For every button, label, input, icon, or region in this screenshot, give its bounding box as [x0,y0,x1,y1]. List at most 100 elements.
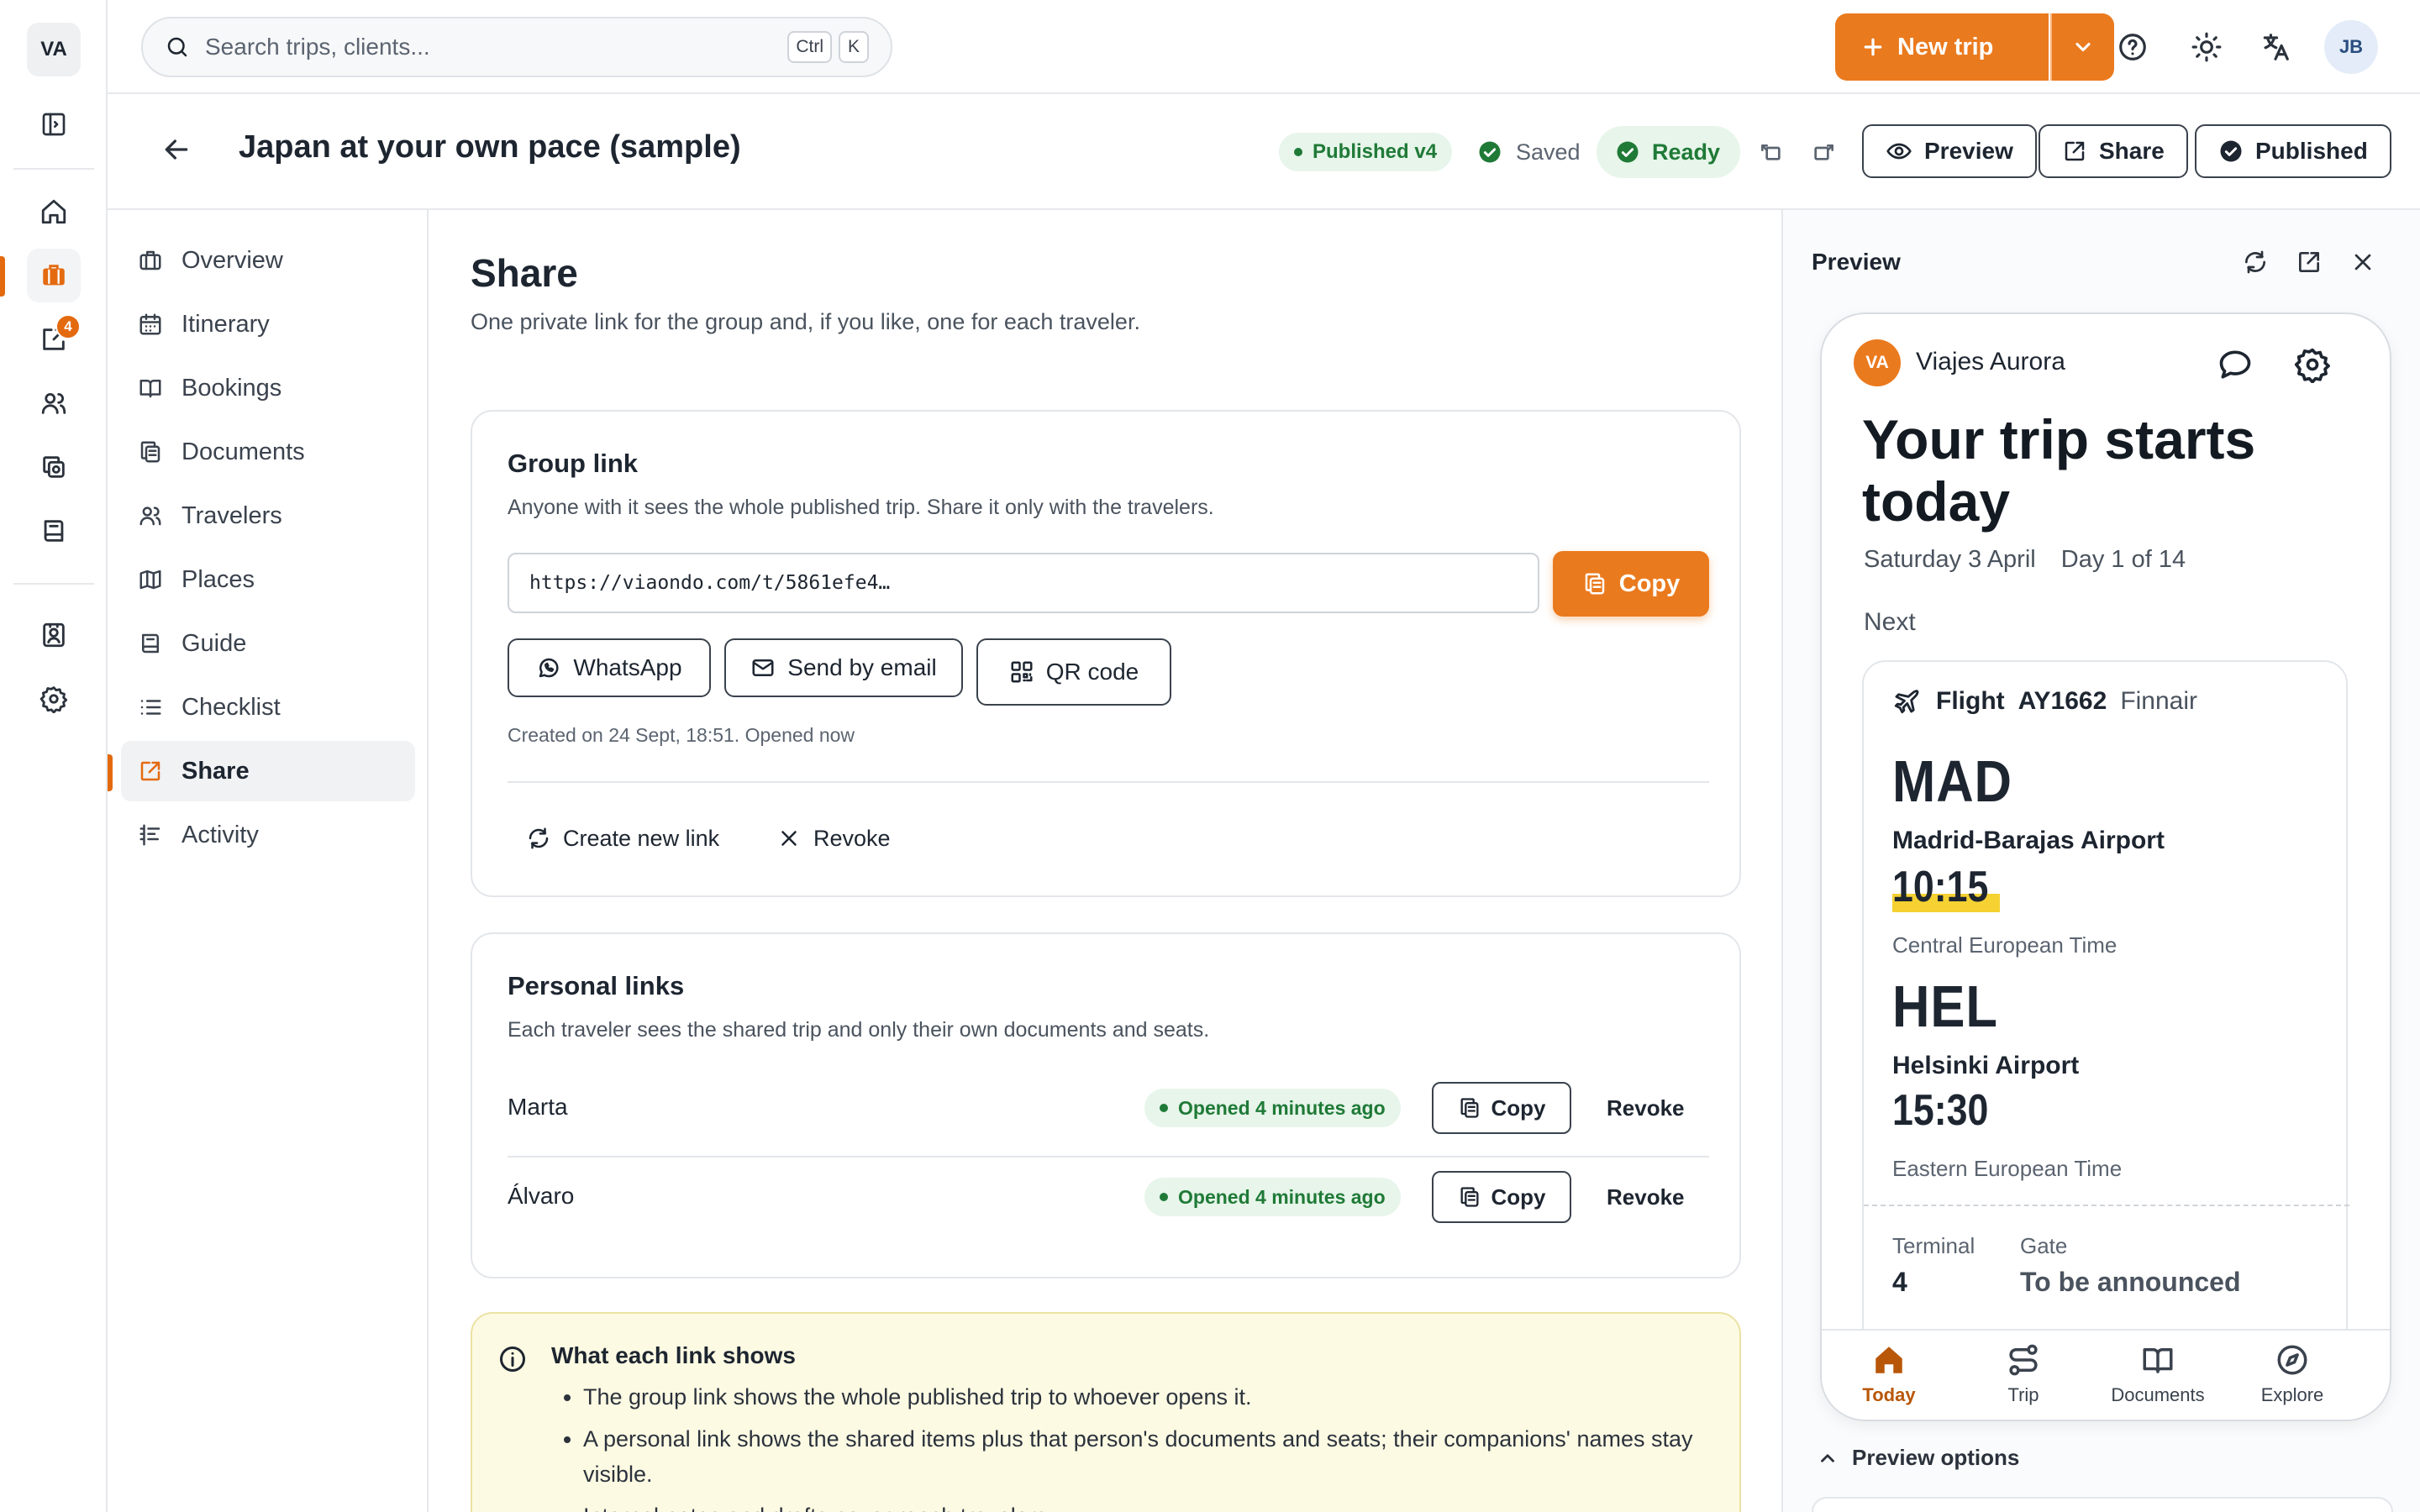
refresh-preview-button[interactable] [2242,249,2269,276]
preview-button[interactable]: Preview [1862,124,2037,178]
help-button[interactable] [2112,27,2153,67]
preview-options-label: Preview options [1852,1445,2020,1470]
published-label: Published [2255,138,2368,164]
contact-card-icon [43,622,65,648]
rail-divider [13,168,94,170]
new-trip-button[interactable]: New trip [1835,13,2049,81]
agency-avatar: VA [1854,339,1901,386]
undo-button[interactable] [1758,138,1785,165]
home-icon [41,199,66,224]
eye-icon [1886,143,1912,160]
new-trip-dropdown-button[interactable] [2050,13,2114,81]
personal-links-description: Each traveler sees the shared trip and o… [508,1018,1210,1042]
route-icon [2009,1344,2038,1376]
rail-home-button[interactable] [27,185,81,239]
rail-contacts-button[interactable] [27,608,81,662]
tab-documents[interactable]: Documents [2091,1342,2225,1406]
published-version-badge: Published v4 [1279,133,1453,171]
airline-name: Finnair [2120,687,2198,715]
note-list: The group link shows the whole published… [583,1379,1709,1512]
chat-bubble-icon [2219,350,2251,379]
search-input[interactable]: Search trips, clients... [205,34,781,60]
nav-item-documents[interactable]: Documents [121,422,415,482]
share-icon [2065,141,2085,161]
close-preview-button[interactable] [2349,249,2376,276]
phone-settings-button[interactable] [2294,346,2331,383]
tab-explore[interactable]: Explore [2225,1342,2360,1406]
create-new-link-button[interactable]: Create new link [526,813,719,864]
list-item: The group link shows the whole published… [583,1379,1709,1415]
copy-personal-link-button[interactable]: Copy [1432,1082,1571,1134]
rail-divider [13,583,94,585]
copy-icon [1585,573,1604,595]
note-title: What each link shows [551,1342,796,1368]
workspace-avatar[interactable]: VA [27,23,81,76]
revoke-personal-link-button[interactable]: Revoke [1607,1184,1685,1210]
revoke-group-link-button[interactable]: Revoke [776,813,891,864]
translate-icon [2263,34,2289,60]
send-by-email-button[interactable]: Send by email [724,638,963,697]
gate-label: Gate [2020,1233,2068,1258]
rail-library-button[interactable] [27,504,81,558]
share-button[interactable]: Share [2039,124,2188,178]
theme-toggle-button[interactable] [2186,27,2227,67]
search-icon [167,37,187,57]
whatsapp-icon [539,658,559,678]
info-icon [500,1347,525,1372]
nav-item-checklist[interactable]: Checklist [121,677,415,738]
nav-item-overview[interactable]: Overview [121,230,415,291]
preview-panel: Preview VA Viajes Aurora Your trip start… [1781,210,2420,1512]
arrival-time: 15:30 [1892,1086,1989,1135]
flight-card[interactable]: Flight AY1662 Finnair MAD Madrid-Barajas… [1862,660,2349,1383]
redo-button[interactable] [1810,138,1837,165]
nav-item-label: Places [182,565,255,593]
revoke-personal-link-button[interactable]: Revoke [1607,1095,1685,1121]
users-icon [139,507,161,526]
search-box[interactable]: Search trips, clients... Ctrl K [141,17,892,77]
nav-active-indicator [108,754,113,791]
nav-item-activity[interactable]: Activity [121,805,415,865]
back-button[interactable] [160,133,193,166]
chat-button[interactable] [2217,346,2254,383]
whatsapp-button[interactable]: WhatsApp [508,638,711,697]
rail-settings-button[interactable] [27,672,81,726]
nav-item-travelers[interactable]: Travelers [121,486,415,546]
tab-trip[interactable]: Trip [1956,1342,2091,1406]
group-link-url-field[interactable]: https://viaondo.com/t/5861efe4… [508,553,1539,613]
language-button[interactable] [2255,27,2296,67]
nav-item-guide[interactable]: Guide [121,613,415,674]
personal-links-card: Personal links Each traveler sees the sh… [471,932,1741,1278]
nav-item-bookings[interactable]: Bookings [121,358,415,418]
open-external-button[interactable] [2296,249,2323,276]
flight-number: AY1662 [2018,687,2107,715]
copy-personal-link-button[interactable]: Copy [1432,1171,1571,1223]
user-avatar[interactable]: JB [2324,20,2378,74]
shortcut-k-key: K [839,31,869,63]
published-button[interactable]: Published [2195,124,2391,178]
trip-section-nav: Overview Itinerary Bookings Documents Tr… [108,210,429,1512]
share-label: Share [2099,138,2165,164]
book-open-icon [2143,1348,2173,1373]
rail-templates-button[interactable] [27,440,81,494]
nav-item-share[interactable]: Share [121,741,415,801]
copy-group-link-button[interactable]: Copy [1553,551,1709,617]
chevron-down-icon [2075,42,2091,52]
sidebar-toggle-button[interactable] [27,97,81,151]
sun-icon [2191,32,2222,62]
traveler-name: Marta [508,1094,568,1120]
published-version-label: Published v4 [1313,140,1438,163]
preview-title: Preview [1812,249,1901,275]
tab-today[interactable]: Today [1822,1342,1956,1406]
nav-item-places[interactable]: Places [121,549,415,610]
share-page: Share One private link for the group and… [430,210,1781,1512]
close-icon [2354,254,2371,270]
rail-clients-button[interactable] [27,376,81,430]
nav-item-itinerary[interactable]: Itinerary [121,294,415,354]
rail-trips-button[interactable] [27,249,81,302]
preview-options-toggle[interactable]: Preview options [1817,1445,2019,1471]
check-circle-icon [1617,141,1639,163]
check-circle-icon [2220,140,2242,162]
briefcase-icon [43,265,65,286]
qr-code-button[interactable]: QR code [976,638,1171,706]
list-item: Internal notes and drafts never reach tr… [583,1499,1709,1512]
